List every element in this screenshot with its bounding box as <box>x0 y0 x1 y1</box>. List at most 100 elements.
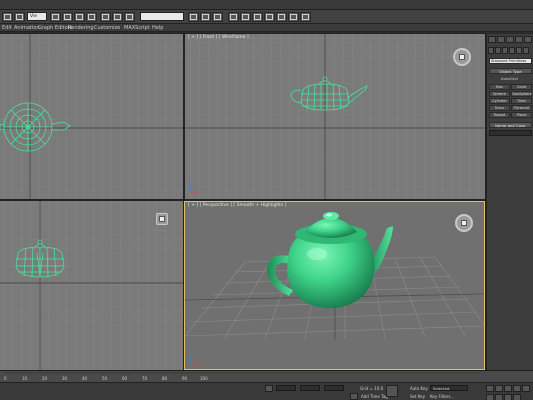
viewport-label-front[interactable]: [ + ] [ Front ] [ Wireframe ] <box>188 35 249 40</box>
select-object-button[interactable] <box>50 12 61 22</box>
command-panel: Standard Primitives Object Type AutoGrid… <box>486 34 533 370</box>
geometry-icon[interactable] <box>488 47 494 54</box>
go-to-start-icon[interactable] <box>486 385 494 392</box>
mirror-button[interactable] <box>228 12 239 22</box>
viewport-selector-dropdown[interactable] <box>140 12 184 21</box>
object-name-field[interactable] <box>489 130 532 136</box>
lock-selection-icon[interactable] <box>265 385 273 392</box>
next-frame-icon[interactable] <box>513 385 521 392</box>
pivot-button[interactable] <box>188 12 199 22</box>
rotate-button[interactable] <box>112 12 123 22</box>
viewport-top[interactable] <box>0 34 183 199</box>
create-geosphere-button[interactable]: GeoSphere <box>511 91 532 97</box>
undo-button[interactable] <box>2 12 13 22</box>
hierarchy-tab-icon[interactable] <box>506 36 514 43</box>
autogrid-checkbox[interactable]: AutoGrid <box>501 76 518 81</box>
key-mode-dropdown[interactable]: Selected <box>430 385 468 391</box>
shapes-icon[interactable] <box>495 47 501 54</box>
menu-customize[interactable]: Customize <box>94 24 120 32</box>
teapot-icon <box>302 14 309 20</box>
window-crossing-button[interactable] <box>86 12 97 22</box>
create-teapot-button[interactable]: Teapot <box>489 112 510 118</box>
teapot-top-wireframe[interactable] <box>0 94 80 164</box>
viewport-perspective[interactable]: [ + ] [ Perspective ] [ Smooth + Highlig… <box>184 201 485 370</box>
material-icon <box>278 14 285 20</box>
modify-tab-icon[interactable] <box>497 36 505 43</box>
x-coordinate-field[interactable] <box>276 385 296 391</box>
region-select-button[interactable] <box>74 12 85 22</box>
set-key-button[interactable]: Set Key <box>410 394 425 399</box>
object-type-rollout-header[interactable]: Object Type <box>489 68 532 74</box>
primitive-category-dropdown[interactable]: Standard Primitives <box>489 58 532 64</box>
name-and-color-rollout-header[interactable]: Name and Color <box>489 122 532 128</box>
teapot-front-wireframe[interactable] <box>285 76 375 116</box>
title-bar <box>0 0 533 10</box>
helpers-icon[interactable] <box>516 47 522 54</box>
redo-button[interactable] <box>14 12 25 22</box>
layer-icon <box>254 14 261 20</box>
viewcube-icon[interactable] <box>156 213 168 225</box>
orbit-icon[interactable] <box>504 394 512 400</box>
set-key-icon[interactable] <box>386 385 398 397</box>
viewcube-icon[interactable] <box>455 214 473 232</box>
scale-button[interactable] <box>124 12 135 22</box>
create-cone-button[interactable]: Cone <box>511 84 532 90</box>
snap-button[interactable] <box>200 12 211 22</box>
previous-frame-icon[interactable] <box>495 385 503 392</box>
create-cylinder-button[interactable]: Cylinder <box>489 98 510 104</box>
timeline-tick: 90 <box>182 376 188 381</box>
angle-snap-button[interactable] <box>212 12 223 22</box>
render-setup-button[interactable] <box>288 12 299 22</box>
time-slider[interactable]: 0 10 20 30 40 50 60 70 80 90 100 <box>0 370 533 382</box>
viewcube-icon[interactable] <box>453 48 471 66</box>
menu-help[interactable]: Help <box>152 24 163 32</box>
menu-edit[interactable]: Edit <box>2 24 12 32</box>
display-tab-icon[interactable] <box>524 36 532 43</box>
lights-icon[interactable] <box>502 47 508 54</box>
scale-icon <box>126 14 133 20</box>
key-filters-button[interactable]: Key Filters... <box>430 394 454 399</box>
create-tube-button[interactable]: Tube <box>511 98 532 104</box>
create-torus-button[interactable]: Torus <box>489 105 510 111</box>
create-box-button[interactable]: Box <box>489 84 510 90</box>
menu-animation[interactable]: Animation <box>14 24 40 32</box>
auto-key-button[interactable]: Auto Key <box>410 386 428 391</box>
y-coordinate-field[interactable] <box>300 385 320 391</box>
create-pyramid-button[interactable]: Pyramid <box>511 105 532 111</box>
curve-editor-button[interactable] <box>264 12 275 22</box>
create-plane-button[interactable]: Plane <box>511 112 532 118</box>
viewport-front[interactable]: [ + ] [ Front ] [ Wireframe ] <box>185 34 485 199</box>
command-panel-tabs <box>488 36 533 45</box>
teapot-perspective-shaded[interactable] <box>259 206 409 318</box>
select-by-name-button[interactable] <box>62 12 73 22</box>
cameras-icon[interactable] <box>509 47 515 54</box>
move-button[interactable] <box>100 12 111 22</box>
play-icon[interactable] <box>504 385 512 392</box>
teapot-left-wireframe[interactable] <box>10 239 70 289</box>
create-sphere-button[interactable]: Sphere <box>489 91 510 97</box>
motion-tab-icon[interactable] <box>515 36 523 43</box>
viewport-left[interactable] <box>0 201 183 370</box>
maximize-viewport-icon[interactable] <box>513 394 521 400</box>
viewport-grid <box>185 34 485 199</box>
add-time-tag-label[interactable]: Add Time Tag <box>361 394 388 399</box>
align-icon <box>242 14 249 20</box>
z-coordinate-field[interactable] <box>324 385 344 391</box>
align-button[interactable] <box>240 12 251 22</box>
render-button[interactable] <box>300 12 311 22</box>
layer-button[interactable] <box>252 12 263 22</box>
spacewarps-icon[interactable] <box>523 47 529 54</box>
selection-filter-dropdown[interactable]: Vie <box>27 12 47 21</box>
material-editor-button[interactable] <box>276 12 287 22</box>
timeline-tick: 10 <box>22 376 28 381</box>
menu-maxscript[interactable]: MAXScript <box>124 24 150 32</box>
region-icon <box>76 14 83 20</box>
add-time-tag-icon[interactable] <box>350 393 358 400</box>
render-setup-icon <box>290 14 297 20</box>
menu-rendering[interactable]: Rendering <box>68 24 94 32</box>
timeline-tick: 50 <box>102 376 108 381</box>
go-to-end-icon[interactable] <box>522 385 530 392</box>
zoom-icon[interactable] <box>486 394 494 400</box>
pan-icon[interactable] <box>495 394 503 400</box>
create-tab-icon[interactable] <box>488 36 496 43</box>
